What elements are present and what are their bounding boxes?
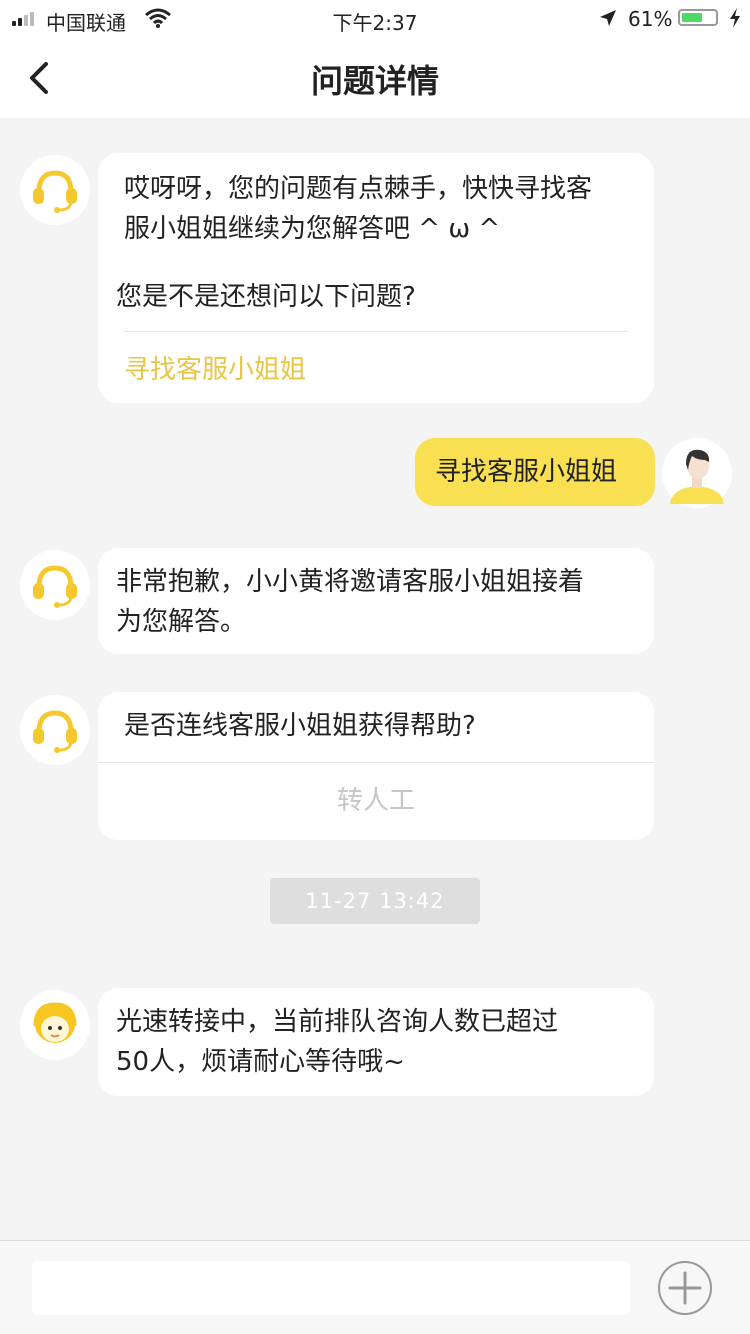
timestamp: 11-27 13:42 <box>270 878 480 924</box>
bot-message: 光速转接中，当前排队咨询人数已超过 50人，烦请耐心等待哦~ <box>98 988 654 1096</box>
location-arrow-icon <box>598 8 618 32</box>
input-bar <box>0 1240 750 1334</box>
add-button[interactable] <box>658 1261 712 1315</box>
bot-avatar <box>20 695 90 765</box>
plus-icon <box>668 1271 702 1305</box>
find-agent-link[interactable]: 寻找客服小姐姐 <box>124 349 306 386</box>
bot-message: 是否连线客服小姐姐获得帮助? 转人工 <box>98 692 654 840</box>
headset-icon <box>33 170 77 213</box>
message-text: 为您解答。 <box>116 607 247 637</box>
bot-avatar <box>20 550 90 620</box>
message-text: 寻找客服小姐姐 <box>435 457 618 487</box>
suggestion-question: 您是不是还想问以下问题? <box>116 282 416 312</box>
bot-message: 哎呀呀，您的问题有点棘手，快快寻找客 服小姐姐继续为您解答吧 ^ ω ^ 您是不… <box>98 153 654 403</box>
bot-avatar <box>20 155 90 225</box>
headset-icon <box>33 710 77 753</box>
message-text: 服小姐姐继续为您解答吧 ^ ω ^ <box>124 214 501 244</box>
status-bar: 中国联通 下午2:37 61% <box>0 0 750 38</box>
bot-message: 非常抱歉，小小黄将邀请客服小姐姐接着 为您解答。 <box>98 548 654 654</box>
user-message: 寻找客服小姐姐 <box>415 438 655 506</box>
message-text: 50人，烦请耐心等待哦~ <box>116 1047 405 1077</box>
divider <box>124 331 628 332</box>
battery-icon <box>678 9 718 26</box>
transfer-to-human-button[interactable]: 转人工 <box>98 762 654 840</box>
page-title: 问题详情 <box>310 62 439 100</box>
charging-bolt-icon <box>728 7 742 33</box>
battery-percent: 61% <box>628 7 673 31</box>
nav-bar: 问题详情 <box>0 38 750 118</box>
user-avatar <box>662 438 732 508</box>
customer-service-agent-icon <box>33 1002 77 1043</box>
headset-icon <box>33 565 77 608</box>
transfer-question: 是否连线客服小姐姐获得帮助? <box>124 711 476 741</box>
agent-avatar <box>20 990 90 1060</box>
message-input[interactable] <box>32 1261 630 1315</box>
message-text: 光速转接中，当前排队咨询人数已超过 <box>116 1007 559 1037</box>
user-person-icon <box>663 439 731 507</box>
message-text: 哎呀呀，您的问题有点棘手，快快寻找客 <box>124 174 593 204</box>
message-text: 非常抱歉，小小黄将邀请客服小姐姐接着 <box>116 567 585 597</box>
